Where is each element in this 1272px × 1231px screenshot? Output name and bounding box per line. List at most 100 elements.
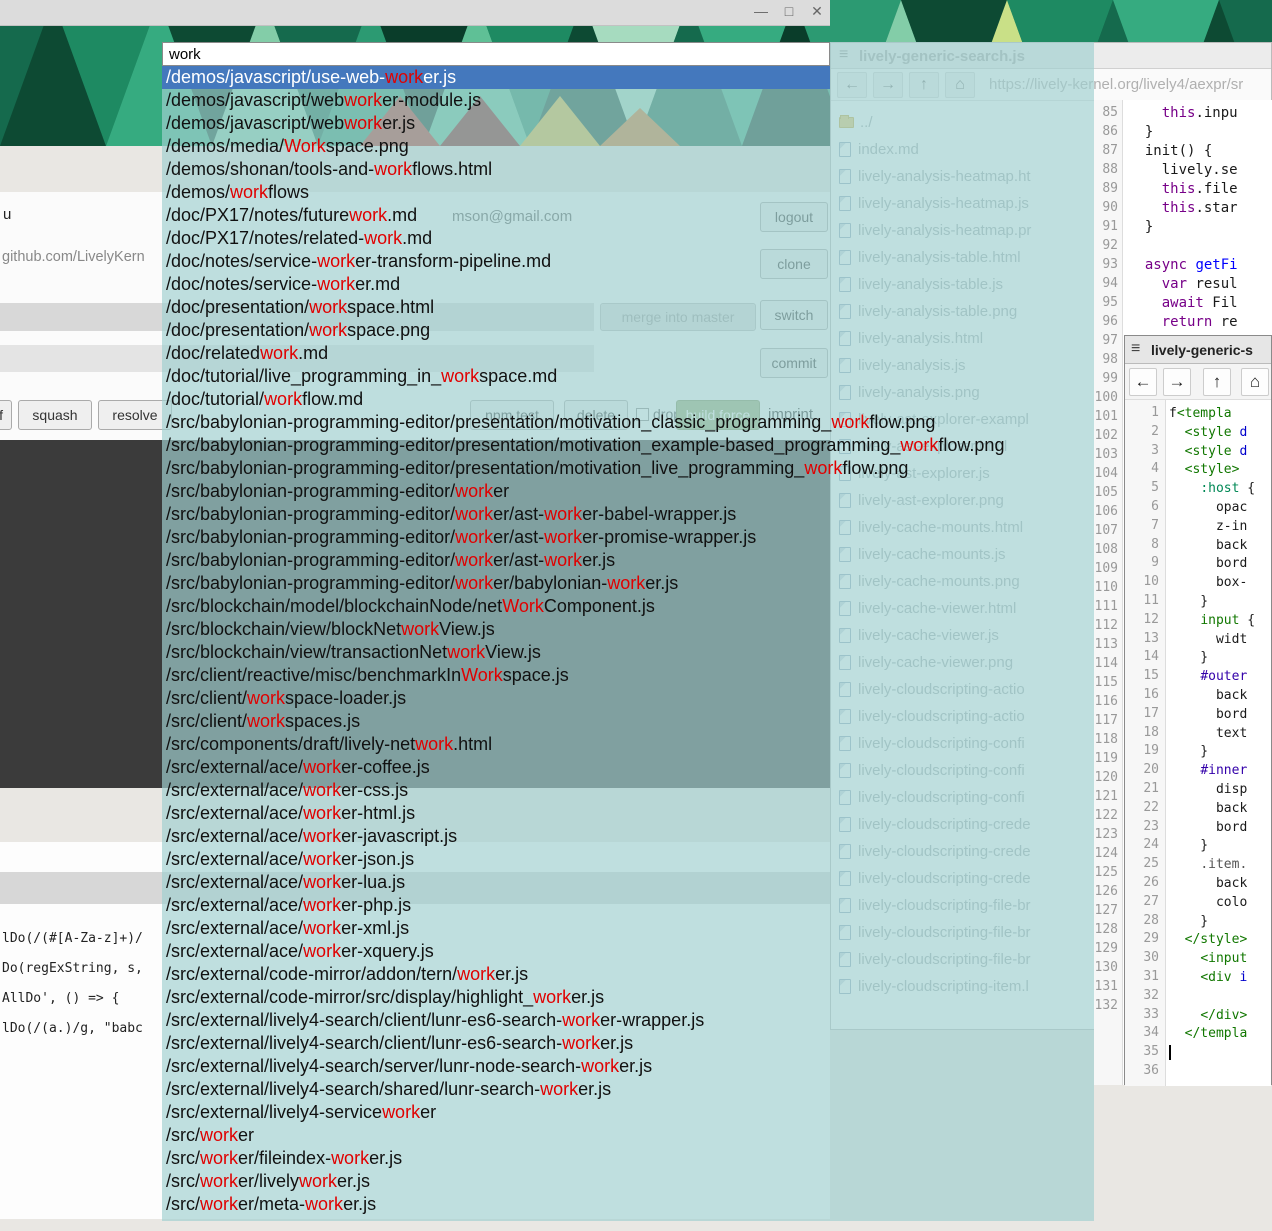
code-line[interactable]: 25 .item. xyxy=(1125,855,1271,874)
code-line[interactable]: 87 init() { xyxy=(1094,141,1272,160)
code-text[interactable]: } xyxy=(1169,594,1208,609)
code-line[interactable]: 88 lively.se xyxy=(1094,160,1272,179)
code-text[interactable]: bord xyxy=(1169,556,1247,571)
up-button[interactable]: ↑ xyxy=(1203,368,1231,396)
code-line[interactable]: 8 back xyxy=(1125,536,1271,555)
code-text[interactable]: :host { xyxy=(1169,481,1255,496)
search-result-item[interactable]: /src/babylonian-programming-editor/worke… xyxy=(162,503,830,526)
search-result-item[interactable]: /src/components/draft/lively-network.htm… xyxy=(162,733,830,756)
search-result-item[interactable]: /src/blockchain/view/transactionNetworkV… xyxy=(162,641,830,664)
code-text[interactable]: this.inpu xyxy=(1128,105,1238,121)
code-line[interactable]: 90 this.star xyxy=(1094,198,1272,217)
search-result-item[interactable]: /src/worker/meta-worker.js xyxy=(162,1193,830,1216)
code-text[interactable]: } xyxy=(1169,838,1208,853)
code-text[interactable]: box- xyxy=(1169,575,1247,590)
search-result-item[interactable]: /doc/PX17/notes/related-work.md xyxy=(162,227,830,250)
code-line[interactable]: 20 #inner xyxy=(1125,761,1271,780)
code-text[interactable]: .item. xyxy=(1169,857,1247,872)
code-line[interactable]: 89 this.file xyxy=(1094,179,1272,198)
search-result-item[interactable]: /src/external/ace/worker-lua.js xyxy=(162,871,830,894)
code-line[interactable]: 3 <style d xyxy=(1125,442,1271,461)
code-text[interactable]: async getFi xyxy=(1128,257,1238,273)
search-result-item[interactable]: /demos/javascript/webworker-module.js xyxy=(162,89,830,112)
search-result-item[interactable]: /doc/tutorial/live_programming_in_worksp… xyxy=(162,365,830,388)
code-line[interactable]: 4 <style> xyxy=(1125,460,1271,479)
clipped-button[interactable]: f xyxy=(0,400,12,430)
search-result-item[interactable]: /src/worker xyxy=(162,1124,830,1147)
search-result-item[interactable]: /src/client/workspaces.js xyxy=(162,710,830,733)
search-result-item[interactable]: /src/external/ace/worker-php.js xyxy=(162,894,830,917)
code-line[interactable]: 35 xyxy=(1125,1043,1271,1062)
code-text[interactable]: this.star xyxy=(1128,200,1238,216)
code-text[interactable]: </div> xyxy=(1169,1008,1247,1023)
code-line[interactable]: 16 back xyxy=(1125,686,1271,705)
search-result-item[interactable]: /src/external/lively4-search/client/lunr… xyxy=(162,1009,830,1032)
code-line[interactable]: 85 this.inpu xyxy=(1094,103,1272,122)
code-text[interactable]: </templa xyxy=(1169,1026,1247,1041)
search-result-item[interactable]: /src/babylonian-programming-editor/prese… xyxy=(162,434,830,457)
code-line[interactable]: 34 </templa xyxy=(1125,1024,1271,1043)
code-text[interactable]: <div i xyxy=(1169,970,1247,985)
code-text[interactable]: text xyxy=(1169,726,1247,741)
search-result-item[interactable]: /src/client/reactive/misc/benchmarkInWor… xyxy=(162,664,830,687)
search-result-item[interactable]: /src/worker/fileindex-worker.js xyxy=(162,1147,830,1170)
code-text[interactable]: back xyxy=(1169,801,1247,816)
code-line[interactable]: 15 #outer xyxy=(1125,667,1271,686)
code-line[interactable]: 96 return re xyxy=(1094,312,1272,331)
code-line[interactable]: 1f<templa xyxy=(1125,404,1271,423)
code-fragment[interactable]: lDo(/(#[A-Za-z]+)/Do(regExString, s,AllD… xyxy=(2,924,143,1044)
minimize-icon[interactable]: — xyxy=(750,3,772,19)
code-text[interactable]: var resul xyxy=(1128,276,1238,292)
search-result-item[interactable]: /src/external/ace/worker-javascript.js xyxy=(162,825,830,848)
search-result-item[interactable]: /src/blockchain/view/blockNetworkView.js xyxy=(162,618,830,641)
search-result-item[interactable]: /doc/PX17/notes/futurework.md xyxy=(162,204,830,227)
menu-icon[interactable]: ≡ xyxy=(1131,340,1140,358)
search-result-item[interactable]: /src/babylonian-programming-editor/worke… xyxy=(162,549,830,572)
code-line[interactable]: 92 xyxy=(1094,236,1272,255)
code-line[interactable]: 6 opac xyxy=(1125,498,1271,517)
code-line[interactable]: 13 widt xyxy=(1125,630,1271,649)
search-result-item[interactable]: /demos/media/Workspace.png xyxy=(162,135,830,158)
code-text[interactable]: init() { xyxy=(1128,143,1212,159)
code-text[interactable]: lively.se xyxy=(1128,162,1238,178)
search-result-item[interactable]: /src/external/code-mirror/src/display/hi… xyxy=(162,986,830,1009)
code-text[interactable]: } xyxy=(1169,650,1208,665)
code-text[interactable]: <style d xyxy=(1169,444,1247,459)
search-result-item[interactable]: /src/babylonian-programming-editor/prese… xyxy=(162,457,830,480)
code-line[interactable]: 26 back xyxy=(1125,874,1271,893)
search-result-item[interactable]: /src/external/ace/worker-xml.js xyxy=(162,917,830,940)
code-line[interactable]: 94 var resul xyxy=(1094,274,1272,293)
template-editor[interactable]: 1f<templa2 <style d3 <style d4 <style>5 … xyxy=(1125,400,1271,1086)
code-line[interactable]: 86 } xyxy=(1094,122,1272,141)
search-result-item[interactable]: /doc/presentation/workspace.png xyxy=(162,319,830,342)
code-text[interactable]: <style d xyxy=(1169,425,1247,440)
code-text[interactable]: <style> xyxy=(1169,462,1239,477)
code-line[interactable]: 91 } xyxy=(1094,217,1272,236)
forward-button[interactable]: → xyxy=(1163,368,1191,396)
code-line[interactable]: 30 <input xyxy=(1125,949,1271,968)
back-button[interactable]: ← xyxy=(1129,368,1157,396)
search-result-item[interactable]: /src/external/ace/worker-html.js xyxy=(162,802,830,825)
search-result-item[interactable]: /src/worker/livelyworker.js xyxy=(162,1170,830,1193)
code-text[interactable]: await Fil xyxy=(1128,295,1238,311)
search-result-item[interactable]: /src/external/ace/worker-xquery.js xyxy=(162,940,830,963)
code-line[interactable]: 95 await Fil xyxy=(1094,293,1272,312)
code-text[interactable] xyxy=(1169,1045,1171,1060)
search-result-item[interactable]: /demos/shonan/tools-and-workflows.html xyxy=(162,158,830,181)
code-text[interactable]: f<templa xyxy=(1169,406,1232,421)
code-line[interactable]: 12 input { xyxy=(1125,611,1271,630)
search-result-item[interactable]: /src/babylonian-programming-editor/worke… xyxy=(162,526,830,549)
search-result-item[interactable]: /doc/presentation/workspace.html xyxy=(162,296,830,319)
code-text[interactable]: bord xyxy=(1169,707,1247,722)
code-line[interactable]: 18 text xyxy=(1125,724,1271,743)
code-text[interactable]: #outer xyxy=(1169,669,1247,684)
search-input[interactable] xyxy=(162,42,830,66)
search-result-item[interactable]: /doc/notes/service-worker-transform-pipe… xyxy=(162,250,830,273)
code-text[interactable]: } xyxy=(1169,744,1208,759)
code-text[interactable]: } xyxy=(1128,219,1153,235)
code-text[interactable]: disp xyxy=(1169,782,1247,797)
code-line[interactable]: 5 :host { xyxy=(1125,479,1271,498)
code-text[interactable]: } xyxy=(1169,914,1208,929)
search-result-item[interactable]: /doc/notes/service-worker.md xyxy=(162,273,830,296)
search-result-item[interactable]: /demos/javascript/webworker.js xyxy=(162,112,830,135)
